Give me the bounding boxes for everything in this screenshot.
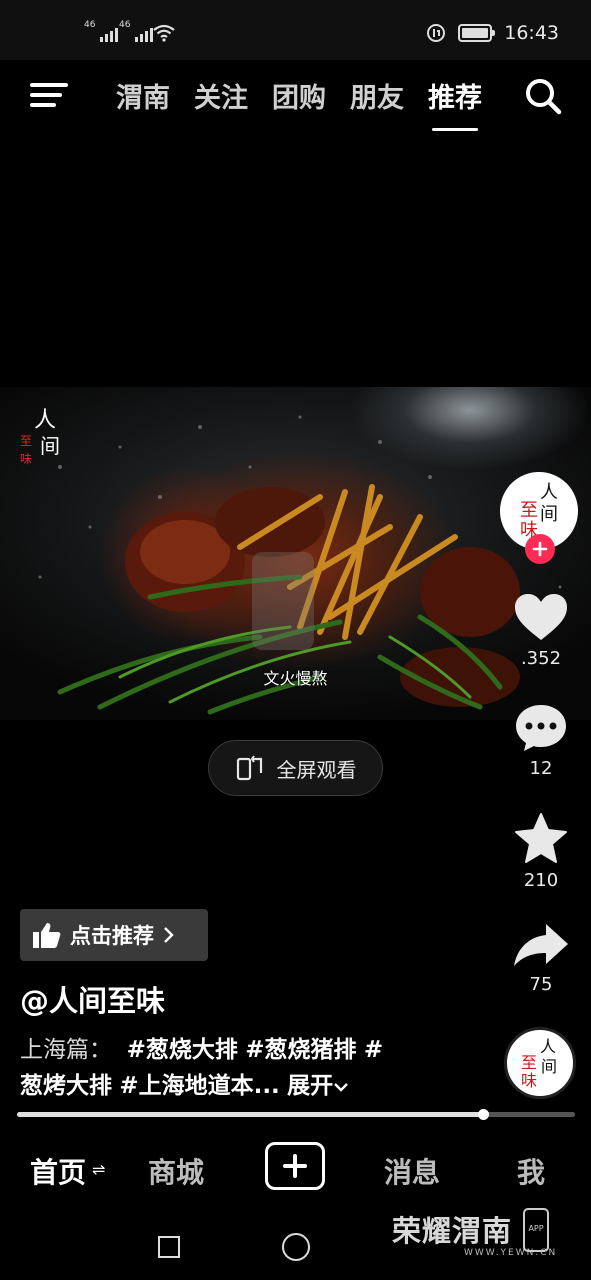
hashtag[interactable]: 葱烤大排 [20, 1073, 112, 1099]
tab-friends[interactable]: 朋友 [350, 76, 404, 115]
menu-icon[interactable] [30, 80, 68, 110]
favorite-button[interactable]: 210 [506, 812, 576, 891]
svg-text:味: 味 [20, 452, 32, 466]
comment-button[interactable]: 12 [506, 702, 576, 779]
svg-text:人: 人 [540, 1037, 556, 1056]
switch-feed-icon[interactable]: ⇌ [92, 1160, 105, 1179]
hashtag[interactable]: #葱烧猪排 [245, 1037, 356, 1063]
fullscreen-button[interactable]: 全屏观看 [208, 740, 383, 796]
signal-1-icon: 46 [84, 20, 118, 42]
star-icon [515, 813, 567, 863]
share-count: 75 [529, 974, 553, 995]
tab-weinan[interactable]: 渭南 [116, 76, 170, 115]
progress-fill [17, 1112, 483, 1117]
hashtag[interactable]: #葱烧大排 [127, 1037, 238, 1063]
share-button[interactable]: 75 [506, 922, 576, 995]
svg-text:味: 味 [521, 1071, 537, 1090]
top-nav: 渭南 关注 团购 朋友 推荐 [0, 60, 591, 132]
share-arrow-icon [514, 924, 568, 966]
tab-recommended[interactable]: 推荐 [428, 76, 482, 131]
expand-button[interactable]: 展开 [287, 1073, 349, 1099]
home-icon[interactable] [282, 1233, 310, 1261]
music-disc[interactable]: 人 至 间 味 [504, 1027, 576, 1099]
svg-text:间: 间 [40, 434, 60, 458]
video-description[interactable]: 上海篇： #葱烧大排 #葱烧猪排 # 葱烤大排 #上海地道本... 展开 [20, 1032, 460, 1104]
author-name[interactable]: @人间至味 [20, 978, 165, 1020]
like-count: .352 [520, 648, 562, 669]
comment-icon [516, 705, 566, 751]
status-bar: 46 46 16:43 [0, 0, 591, 60]
favorite-count: 210 [523, 870, 559, 891]
video-subtitle: 文火慢熬 [263, 669, 328, 688]
svg-text:至: 至 [520, 500, 538, 521]
video-progress-bar[interactable] [17, 1109, 575, 1120]
tab-me[interactable]: 我 [517, 1151, 545, 1191]
thumbs-up-icon [33, 923, 61, 948]
chevron-right-icon [164, 927, 174, 943]
tab-group-buy[interactable]: 团购 [272, 76, 326, 115]
video-overlay-hint [252, 552, 314, 650]
desc-lead: 上海篇： [20, 1037, 112, 1063]
watermark-ren: 人 [34, 408, 56, 433]
svg-text:间: 间 [540, 504, 558, 525]
svg-text:至: 至 [521, 1053, 537, 1072]
channel-watermark-logo: 人 间 至 味 [20, 408, 60, 466]
like-button[interactable]: .352 [506, 592, 576, 669]
heart-icon [515, 594, 567, 640]
plus-icon [283, 1154, 307, 1178]
tab-following[interactable]: 关注 [194, 76, 248, 115]
nav-tabs: 渭南 关注 团购 朋友 推荐 [116, 76, 482, 131]
wifi-icon [153, 24, 175, 42]
bottom-tab-bar: 首页 ⇌ 商城 消息 我 [0, 1128, 591, 1213]
recommend-chip[interactable]: 点击推荐 [20, 909, 208, 961]
tab-home[interactable]: 首页 [30, 1151, 86, 1191]
brand-app-phone-icon: APP [523, 1208, 549, 1252]
hashtag[interactable]: #上海地道本... [119, 1073, 279, 1099]
fullscreen-label: 全屏观看 [276, 757, 357, 782]
svg-text:人: 人 [540, 482, 558, 503]
battery-icon [458, 24, 496, 42]
expand-label: 展开 [287, 1073, 334, 1099]
create-button[interactable] [265, 1142, 325, 1190]
signal-2-icon: 46 [119, 20, 153, 42]
brand-app-label: APP [528, 1224, 544, 1233]
music-disc-logo: 人 至 间 味 [521, 1037, 557, 1090]
chevron-down-icon [334, 1083, 348, 1092]
status-time: 16:43 [504, 22, 559, 44]
video-player[interactable]: 人 间 至 味 文火慢熬 [0, 387, 591, 720]
sim1-network-label: 46 [84, 20, 96, 30]
hd-call-icon [427, 24, 446, 42]
svg-text:至: 至 [20, 434, 32, 448]
tab-mall[interactable]: 商城 [148, 1151, 204, 1191]
comment-count: 12 [529, 758, 553, 779]
plus-icon [532, 541, 548, 557]
hashtag[interactable]: # [364, 1037, 383, 1063]
tab-messages[interactable]: 消息 [384, 1151, 440, 1191]
recents-icon[interactable] [158, 1236, 180, 1258]
progress-knob[interactable] [477, 1109, 489, 1120]
sim2-network-label: 46 [119, 20, 131, 30]
search-icon[interactable] [523, 76, 563, 116]
svg-text:间: 间 [541, 1057, 557, 1076]
rotate-screen-icon [236, 755, 262, 781]
follow-button[interactable] [525, 534, 555, 564]
recommend-label: 点击推荐 [70, 924, 154, 948]
